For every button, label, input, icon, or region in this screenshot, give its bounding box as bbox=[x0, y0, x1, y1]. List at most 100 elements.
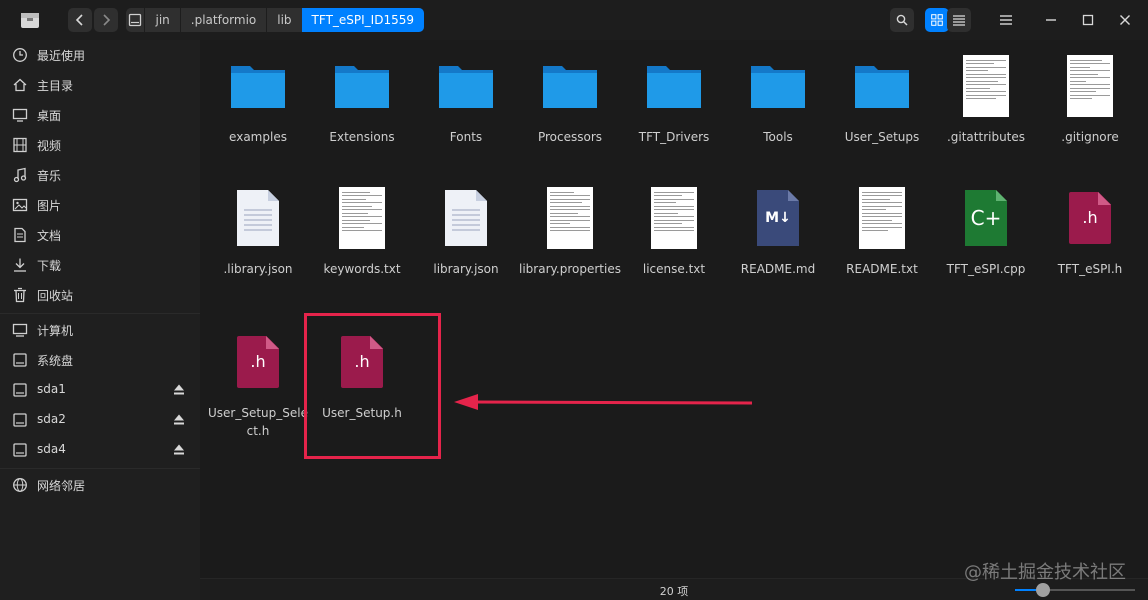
zoom-slider-handle[interactable] bbox=[1036, 583, 1050, 597]
breadcrumb-item-current[interactable]: TFT_eSPI_ID1559 bbox=[301, 8, 424, 32]
file-item[interactable]: C+ TFT_eSPI.cpp bbox=[934, 186, 1038, 278]
sidebar-item-label: 主目录 bbox=[37, 79, 74, 93]
file-item[interactable]: M↓ README.md bbox=[726, 186, 830, 278]
eject-icon[interactable] bbox=[173, 383, 185, 397]
sidebar-item-label: 桌面 bbox=[37, 109, 62, 123]
file-name: Extensions bbox=[329, 130, 395, 144]
sidebar-item-label: 回收站 bbox=[37, 289, 74, 303]
folder-icon bbox=[335, 66, 389, 108]
file-item[interactable]: library.properties bbox=[518, 186, 622, 278]
breadcrumb-root[interactable] bbox=[126, 8, 144, 32]
eject-icon[interactable] bbox=[173, 413, 185, 427]
folder-item[interactable]: Fonts bbox=[414, 54, 518, 146]
list-view-button[interactable] bbox=[947, 8, 971, 32]
file-name: Processors bbox=[537, 130, 603, 144]
json-file-icon bbox=[445, 190, 487, 246]
file-name: examples bbox=[229, 130, 287, 144]
header-icon-text: .h bbox=[250, 352, 266, 371]
file-item[interactable]: keywords.txt bbox=[310, 186, 414, 278]
file-name: Tools bbox=[763, 130, 793, 144]
file-name: README.txt bbox=[846, 262, 918, 276]
file-item[interactable]: library.json bbox=[414, 186, 518, 278]
maximize-button[interactable] bbox=[1077, 9, 1099, 31]
sidebar-item-trash[interactable]: 回收站 bbox=[0, 280, 200, 310]
sidebar-item-recent[interactable]: 最近使用 bbox=[0, 40, 200, 70]
forward-button[interactable] bbox=[94, 8, 118, 32]
menu-button[interactable] bbox=[995, 9, 1017, 31]
disk-icon bbox=[13, 413, 27, 427]
eject-icon[interactable] bbox=[173, 443, 185, 457]
breadcrumb-item[interactable]: jin bbox=[144, 8, 179, 32]
header-icon-text: .h bbox=[1082, 208, 1098, 227]
breadcrumb-item[interactable]: lib bbox=[266, 8, 301, 32]
folder-icon bbox=[647, 66, 701, 108]
cpp-icon-text: C+ bbox=[970, 206, 1002, 230]
header-file-icon: .h bbox=[228, 330, 288, 394]
folder-icon bbox=[231, 66, 285, 108]
header-file-icon: .h bbox=[1060, 186, 1120, 250]
minimize-icon bbox=[1046, 19, 1056, 21]
sidebar-item-label: 下载 bbox=[37, 259, 62, 273]
sidebar-item-sda1[interactable]: sda1 bbox=[0, 375, 200, 405]
sidebar-item-network[interactable]: 网络邻居 bbox=[0, 470, 200, 500]
list-view-icon bbox=[953, 15, 965, 26]
picture-icon bbox=[12, 198, 28, 212]
sidebar-item-music[interactable]: 音乐 bbox=[0, 160, 200, 190]
markdown-icon-text: M↓ bbox=[765, 210, 791, 226]
file-item[interactable]: README.txt bbox=[830, 186, 934, 278]
file-item[interactable]: .h TFT_eSPI.h bbox=[1038, 186, 1142, 278]
file-name: TFT_eSPI.cpp bbox=[946, 262, 1026, 276]
download-icon bbox=[14, 258, 26, 272]
file-item[interactable]: license.txt bbox=[622, 186, 726, 278]
sidebar-item-label: 视频 bbox=[37, 139, 62, 153]
disk-icon bbox=[13, 443, 27, 457]
network-icon bbox=[13, 478, 27, 492]
folder-item[interactable]: Processors bbox=[518, 54, 622, 146]
sidebar-item-label: 网络邻居 bbox=[37, 479, 86, 493]
json-file-icon bbox=[237, 190, 279, 246]
arrow-annotation bbox=[454, 394, 753, 410]
file-item[interactable]: .h User_Setup_Select.h bbox=[206, 330, 310, 440]
file-item[interactable]: .gitignore bbox=[1038, 54, 1142, 146]
menu-icon bbox=[1000, 15, 1012, 25]
breadcrumb-item[interactable]: .platformio bbox=[179, 8, 266, 32]
sidebar-item-sda4[interactable]: sda4 bbox=[0, 435, 200, 465]
file-item[interactable]: .gitattributes bbox=[934, 54, 1038, 146]
folder-item[interactable]: TFT_Drivers bbox=[622, 54, 726, 146]
folder-item[interactable]: Tools bbox=[726, 54, 830, 146]
text-thumbnail-icon bbox=[332, 186, 392, 250]
file-name: library.json bbox=[433, 262, 499, 276]
sidebar-item-desktop[interactable]: 桌面 bbox=[0, 100, 200, 130]
folder-icon bbox=[855, 66, 909, 108]
sidebar-item-downloads[interactable]: 下载 bbox=[0, 250, 200, 280]
text-thumbnail-icon bbox=[956, 54, 1016, 118]
maximize-icon bbox=[1082, 14, 1094, 26]
clock-icon bbox=[13, 48, 27, 62]
sidebar-item-pictures[interactable]: 图片 bbox=[0, 190, 200, 220]
file-manager-logo-icon bbox=[21, 13, 39, 28]
sidebar-item-home[interactable]: 主目录 bbox=[0, 70, 200, 100]
close-icon bbox=[1120, 15, 1130, 25]
back-button[interactable] bbox=[68, 8, 92, 32]
desktop-icon bbox=[12, 108, 28, 122]
file-name: library.properties bbox=[519, 262, 621, 276]
sidebar-item-videos[interactable]: 视频 bbox=[0, 130, 200, 160]
search-icon bbox=[896, 14, 908, 26]
folder-item[interactable]: User_Setups bbox=[830, 54, 934, 146]
minimize-button[interactable] bbox=[1040, 9, 1062, 31]
text-thumbnail-icon bbox=[540, 186, 600, 250]
folder-item[interactable]: examples bbox=[206, 54, 310, 146]
file-name: keywords.txt bbox=[323, 262, 401, 276]
file-item[interactable]: .library.json bbox=[206, 186, 310, 278]
file-name: license.txt bbox=[642, 262, 706, 276]
sidebar-item-system-disk[interactable]: 系统盘 bbox=[0, 345, 200, 375]
close-button[interactable] bbox=[1114, 9, 1136, 31]
sidebar-item-sda2[interactable]: sda2 bbox=[0, 405, 200, 435]
text-thumbnail-icon bbox=[644, 186, 704, 250]
sidebar-item-label: 文档 bbox=[37, 229, 62, 243]
search-button[interactable] bbox=[890, 8, 914, 32]
folder-item[interactable]: Extensions bbox=[310, 54, 414, 146]
sidebar-item-computer[interactable]: 计算机 bbox=[0, 315, 200, 345]
sidebar-item-documents[interactable]: 文档 bbox=[0, 220, 200, 250]
grid-view-button[interactable] bbox=[925, 8, 949, 32]
